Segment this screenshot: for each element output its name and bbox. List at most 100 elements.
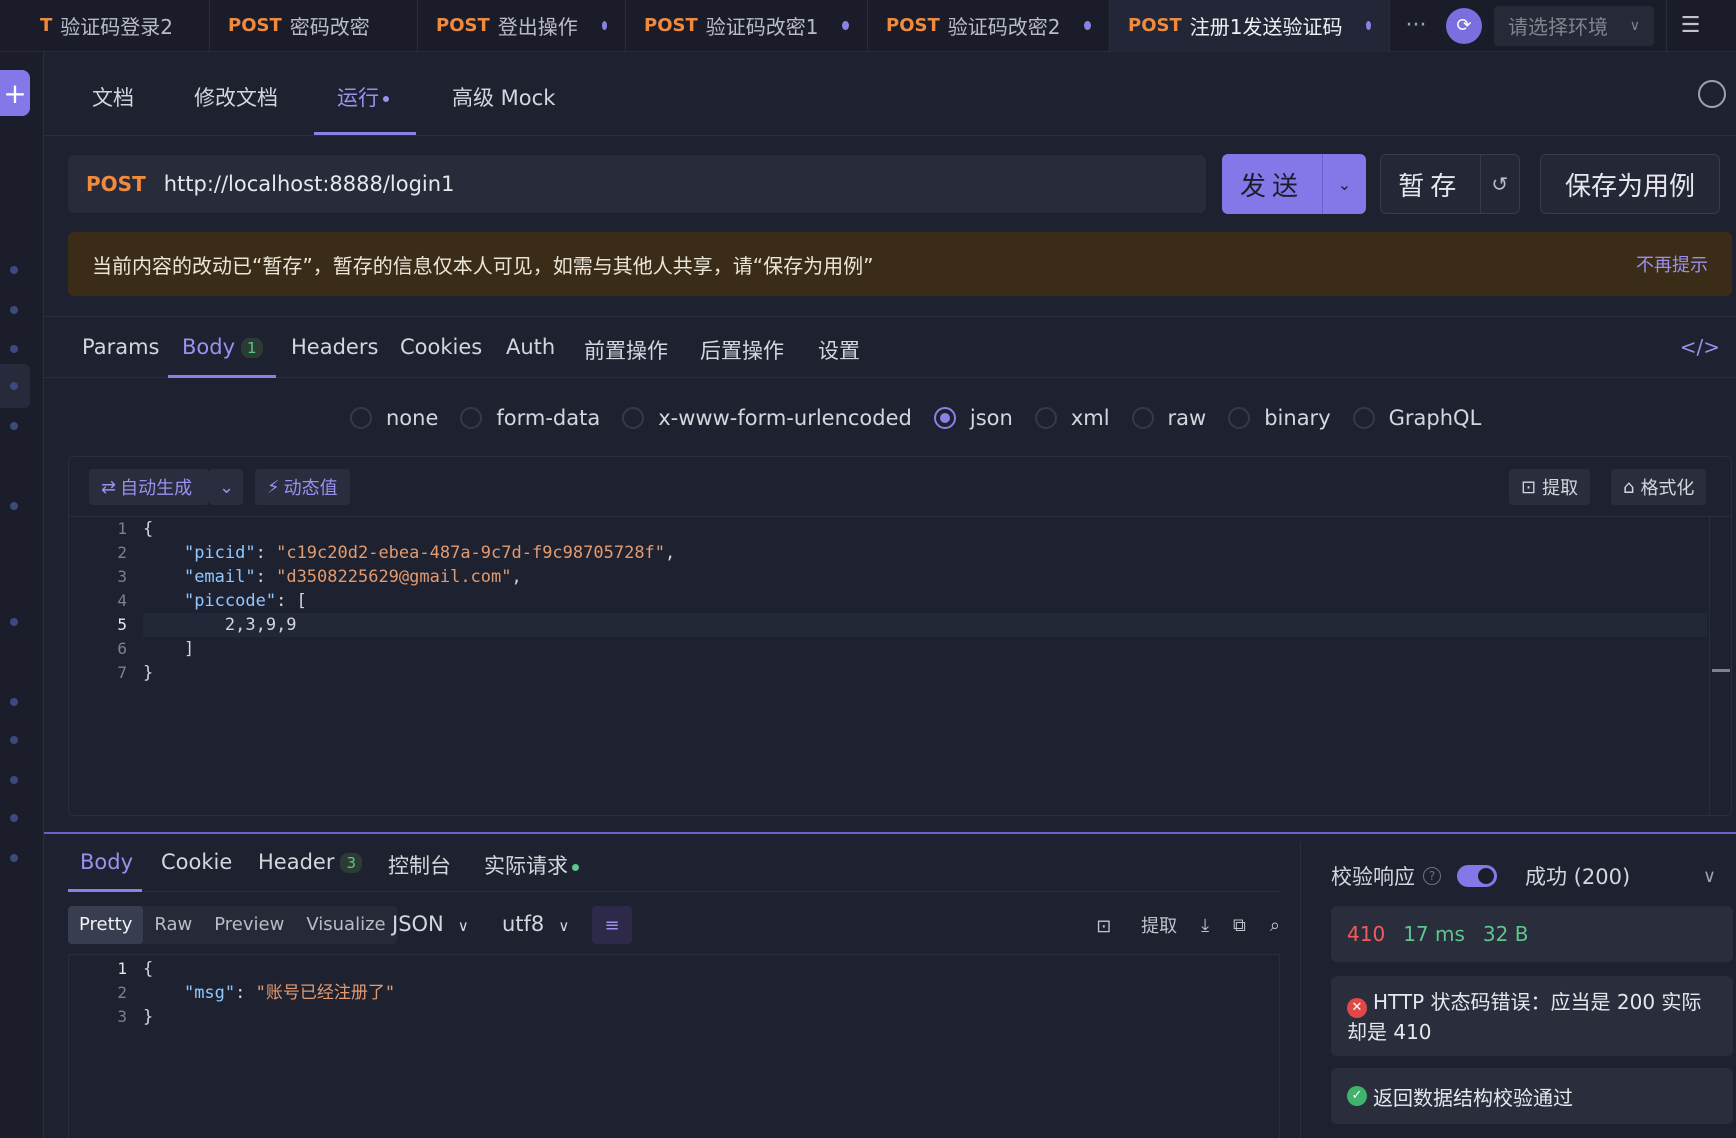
auto-generate-button[interactable]: ⇄ 自动生成 bbox=[89, 469, 209, 505]
rail-dot-icon[interactable] bbox=[10, 266, 18, 274]
more-tabs-button[interactable]: ··· bbox=[1390, 0, 1442, 52]
request-method[interactable]: POST bbox=[86, 172, 146, 196]
body-type-form-data[interactable]: form-data bbox=[460, 406, 600, 430]
menu-icon[interactable]: ☰ bbox=[1666, 0, 1714, 52]
body-type-raw[interactable]: raw bbox=[1131, 406, 1207, 430]
rail-dot-icon[interactable] bbox=[10, 618, 18, 626]
view-visualize[interactable]: Visualize bbox=[295, 906, 396, 944]
swap-icon: ⇄ bbox=[101, 476, 117, 498]
tab-method: POST bbox=[644, 15, 698, 36]
format-select[interactable]: JSON ∨ bbox=[392, 912, 469, 936]
tab-label: 验证码改密1 bbox=[705, 15, 819, 39]
wrap-lines-icon[interactable]: ≡ bbox=[592, 906, 632, 944]
tab-response-cookie[interactable]: Cookie bbox=[161, 850, 232, 874]
tab-response-header[interactable]: Header 3 bbox=[258, 850, 363, 874]
line-number: 5 bbox=[117, 615, 127, 634]
tab-docs[interactable]: 文档 bbox=[92, 82, 134, 112]
view-pretty[interactable]: Pretty bbox=[68, 906, 144, 944]
request-tab[interactable]: POST 密码改密 bbox=[210, 0, 418, 52]
dynamic-value-button[interactable]: ⚡ 动态值 bbox=[255, 469, 350, 505]
tab-body[interactable]: Body 1 bbox=[182, 335, 263, 359]
tab-params[interactable]: Params bbox=[82, 335, 160, 359]
editor-scrollbar[interactable] bbox=[1709, 517, 1731, 815]
view-raw[interactable]: Raw bbox=[143, 906, 203, 944]
body-type-label: raw bbox=[1167, 406, 1207, 430]
response-body-code[interactable]: { "msg": "账号已经注册了" } bbox=[143, 957, 1255, 1029]
rail-dot-icon[interactable] bbox=[10, 345, 18, 353]
view-preview[interactable]: Preview bbox=[203, 906, 295, 944]
body-type-xml[interactable]: xml bbox=[1034, 406, 1110, 430]
format-button[interactable]: ⌂ 格式化 bbox=[1611, 469, 1707, 505]
rail-dot-icon[interactable] bbox=[10, 698, 18, 706]
extract-button[interactable]: ⊡ 提取 bbox=[1509, 469, 1591, 505]
code-line: "piccode": [ bbox=[183, 591, 307, 611]
encoding-select[interactable]: utf8 ∨ bbox=[502, 912, 569, 936]
copy-icon[interactable]: ⧉ bbox=[1233, 915, 1246, 936]
environment-select[interactable]: 请选择环境 ∨ bbox=[1494, 5, 1654, 46]
tab-post-operations[interactable]: 后置操作 bbox=[700, 335, 784, 365]
tab-settings[interactable]: 设置 bbox=[818, 335, 860, 365]
request-tab-active[interactable]: POST 注册1发送验证码 bbox=[1110, 0, 1390, 52]
tab-response-body[interactable]: Body bbox=[80, 850, 133, 874]
request-tab[interactable]: POST 验证码改密2 bbox=[868, 0, 1110, 52]
request-tab[interactable]: POST 验证码改密1 bbox=[626, 0, 868, 52]
tab-run[interactable]: 运行 bbox=[337, 82, 389, 112]
tab-actual-request[interactable]: 实际请求 bbox=[484, 850, 579, 880]
rail-dot-icon[interactable] bbox=[10, 422, 18, 430]
tab-console[interactable]: 控制台 bbox=[388, 850, 451, 880]
body-type-graphql[interactable]: GraphQL bbox=[1352, 406, 1481, 430]
request-tab[interactable]: T 验证码登录2 bbox=[0, 0, 210, 52]
save-as-case-button[interactable]: 保存为用例 bbox=[1540, 154, 1720, 214]
body-type-json[interactable]: json bbox=[933, 406, 1013, 430]
rail-dot-icon[interactable] bbox=[10, 382, 18, 390]
add-icon[interactable]: + bbox=[0, 70, 30, 116]
chevron-down-icon[interactable]: ⌄ bbox=[209, 469, 243, 505]
extract-icon: ⊡ bbox=[1096, 916, 1112, 937]
request-body-code[interactable]: { "picid": "c19c20d2-ebea-487a-9c7d-f9c9… bbox=[143, 517, 1707, 685]
search-icon[interactable]: ⌕ bbox=[1270, 915, 1280, 936]
tab-edit-docs[interactable]: 修改文档 bbox=[194, 82, 278, 112]
request-tab[interactable]: POST 登出操作 bbox=[418, 0, 626, 52]
validate-toggle[interactable] bbox=[1457, 865, 1497, 887]
line-number: 4 bbox=[117, 591, 127, 610]
download-icon[interactable]: ⤓ bbox=[1201, 915, 1209, 936]
undo-icon[interactable]: ↺ bbox=[1479, 155, 1519, 213]
json-string: "d3508225629@gmail.com" bbox=[276, 567, 512, 587]
scrollbar-thumb[interactable] bbox=[1712, 669, 1730, 672]
history-icon[interactable] bbox=[1698, 80, 1726, 108]
line-number: 2 bbox=[117, 543, 127, 562]
rail-dot-icon[interactable] bbox=[10, 306, 18, 314]
rail-dot-icon[interactable] bbox=[10, 776, 18, 784]
active-tab-underline bbox=[168, 375, 276, 378]
stash-button[interactable]: 暂存 ↺ bbox=[1380, 154, 1520, 214]
tab-pre-operations[interactable]: 前置操作 bbox=[584, 335, 668, 365]
json-key: "picid" bbox=[183, 543, 256, 563]
code-line: "picid": "c19c20d2-ebea-487a-9c7d-f9c987… bbox=[183, 543, 676, 563]
chevron-down-icon[interactable]: ∨ bbox=[1703, 866, 1716, 887]
chevron-down-icon[interactable]: ⌄ bbox=[1322, 154, 1366, 214]
tab-headers[interactable]: Headers bbox=[291, 335, 378, 359]
tab-cookies[interactable]: Cookies bbox=[400, 335, 482, 359]
status-code: 410 bbox=[1347, 922, 1386, 946]
rail-dot-icon[interactable] bbox=[10, 736, 18, 744]
tab-auth[interactable]: Auth bbox=[506, 335, 555, 359]
response-toolbar: Pretty Raw Preview Visualize JSON ∨ utf8 ∨… bbox=[68, 906, 1280, 946]
url-bar[interactable]: POST http://localhost:8888/login1 bbox=[68, 155, 1206, 213]
panel-resize-handle[interactable] bbox=[44, 832, 1736, 834]
validation-header: 校验响应 ? 成功 (200) ∨ bbox=[1331, 856, 1716, 896]
url-input[interactable]: http://localhost:8888/login1 bbox=[164, 172, 455, 196]
code-icon[interactable]: </> bbox=[1680, 335, 1720, 359]
rail-dot-icon[interactable] bbox=[10, 854, 18, 862]
body-type-urlencoded[interactable]: x-www-form-urlencoded bbox=[622, 406, 912, 430]
tab-advanced-mock[interactable]: 高级 Mock bbox=[452, 82, 555, 112]
tab-method: POST bbox=[886, 15, 940, 36]
rail-dot-icon[interactable] bbox=[10, 502, 18, 510]
extract-button[interactable]: ⊡ 提取 bbox=[1072, 912, 1177, 938]
body-type-none[interactable]: none bbox=[350, 406, 438, 430]
rail-dot-icon[interactable] bbox=[10, 814, 18, 822]
help-icon[interactable]: ? bbox=[1423, 867, 1441, 885]
dismiss-notice-link[interactable]: 不再提示 bbox=[1636, 251, 1708, 277]
send-button[interactable]: 发送 ⌄ bbox=[1222, 154, 1366, 214]
sync-icon[interactable]: ⟳ bbox=[1446, 7, 1482, 44]
body-type-binary[interactable]: binary bbox=[1228, 406, 1331, 430]
